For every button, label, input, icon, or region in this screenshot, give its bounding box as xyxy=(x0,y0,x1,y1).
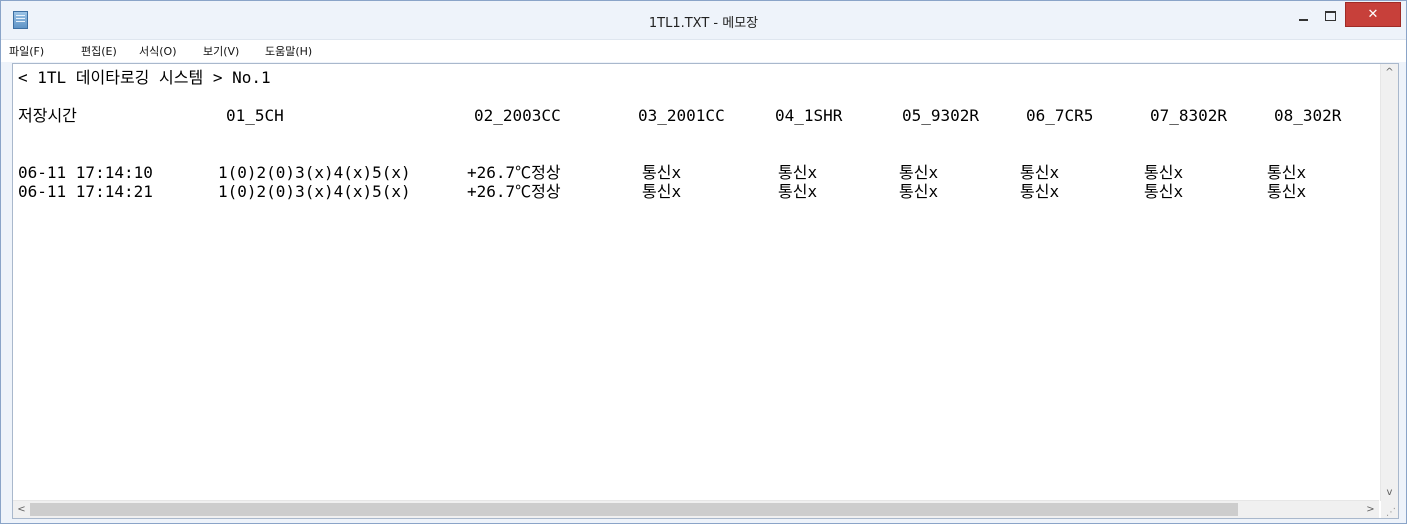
menu-help[interactable]: 도움말(H) xyxy=(265,43,312,59)
row-cell: 통신x xyxy=(1267,163,1307,182)
data-row: 06-11 17:14:10 1(0)2(0)3(x)4(x)5(x) +26.… xyxy=(18,163,1306,182)
row-cell: 06-11 17:14:10 xyxy=(18,163,153,182)
header-cell: 04_1SHR xyxy=(775,106,843,125)
vertical-scrollbar[interactable]: ^ v xyxy=(1380,64,1398,501)
row-cell: 통신x xyxy=(1020,163,1060,182)
menu-bar: 파일(F) 편집(E) 서식(O) 보기(V) 도움말(H) xyxy=(1,39,1406,62)
maximize-icon xyxy=(1324,11,1336,21)
header-cell: 06_7CR5 xyxy=(1026,106,1094,125)
menu-view[interactable]: 보기(V) xyxy=(203,43,239,59)
document-text[interactable]: < 1TL 데이타로깅 시스템 > No.1 저장시간 01_5CH 02_20… xyxy=(18,68,1341,201)
row-cell: 통신x xyxy=(642,163,682,182)
scroll-right-arrow-icon[interactable]: > xyxy=(1362,501,1379,518)
horizontal-scroll-thumb[interactable] xyxy=(30,503,1238,516)
scroll-left-arrow-icon[interactable]: < xyxy=(13,501,30,518)
row-cell: 통신x xyxy=(778,182,818,201)
header-cell: 02_2003CC xyxy=(474,106,561,125)
scroll-up-arrow-icon[interactable]: ^ xyxy=(1381,64,1398,81)
title-bar[interactable]: 1TL1.TXT - 메모장 ✕ xyxy=(1,1,1406,39)
scroll-down-arrow-icon[interactable]: v xyxy=(1381,484,1398,501)
document-title-line: < 1TL 데이타로깅 시스템 > No.1 xyxy=(18,68,271,87)
header-cell: 저장시간 xyxy=(18,106,77,125)
maximize-button[interactable] xyxy=(1317,2,1343,30)
header-cell: 07_8302R xyxy=(1150,106,1228,125)
header-line: 저장시간 01_5CH 02_2003CC 03_2001CC 04_1SHR … xyxy=(18,106,1341,125)
row-cell: 통신x xyxy=(778,163,818,182)
row-cell: 통신x xyxy=(899,182,939,201)
row-cell: 통신x xyxy=(1020,182,1060,201)
row-cell: 통신x xyxy=(1144,163,1184,182)
row-cell: 1(0)2(0)3(x)4(x)5(x) xyxy=(218,163,411,182)
row-cell: 통신x xyxy=(899,163,939,182)
row-cell: +26.7℃정상 xyxy=(467,163,561,182)
window-title: 1TL1.TXT - 메모장 xyxy=(648,16,759,31)
minimize-button[interactable] xyxy=(1290,2,1316,30)
header-cell: 03_2001CC xyxy=(638,106,725,125)
minimize-icon xyxy=(1298,19,1308,21)
menu-edit[interactable]: 편집(E) xyxy=(81,43,117,59)
menu-format[interactable]: 서식(O) xyxy=(139,43,176,59)
header-cell: 08_302R xyxy=(1274,106,1342,125)
menu-file[interactable]: 파일(F) xyxy=(9,43,44,59)
row-cell: 통신x xyxy=(1267,182,1307,201)
header-cell: 01_5CH xyxy=(226,106,284,125)
row-cell: 통신x xyxy=(1144,182,1184,201)
data-row: 06-11 17:14:21 1(0)2(0)3(x)4(x)5(x) +26.… xyxy=(18,182,1306,201)
text-editor[interactable]: < 1TL 데이타로깅 시스템 > No.1 저장시간 01_5CH 02_20… xyxy=(12,63,1399,519)
horizontal-scrollbar[interactable]: < > xyxy=(13,500,1379,518)
row-cell: 06-11 17:14:21 xyxy=(18,182,153,201)
resize-grip-icon[interactable] xyxy=(1381,501,1398,518)
close-icon: ✕ xyxy=(1367,7,1379,22)
row-cell: +26.7℃정상 xyxy=(467,182,561,201)
row-cell: 1(0)2(0)3(x)4(x)5(x) xyxy=(218,182,411,201)
row-cell: 통신x xyxy=(642,182,682,201)
header-cell: 05_9302R xyxy=(902,106,980,125)
close-button[interactable]: ✕ xyxy=(1345,2,1401,27)
notepad-window: 1TL1.TXT - 메모장 ✕ 파일(F) 편집(E) 서식(O) 보기(V)… xyxy=(0,0,1407,524)
